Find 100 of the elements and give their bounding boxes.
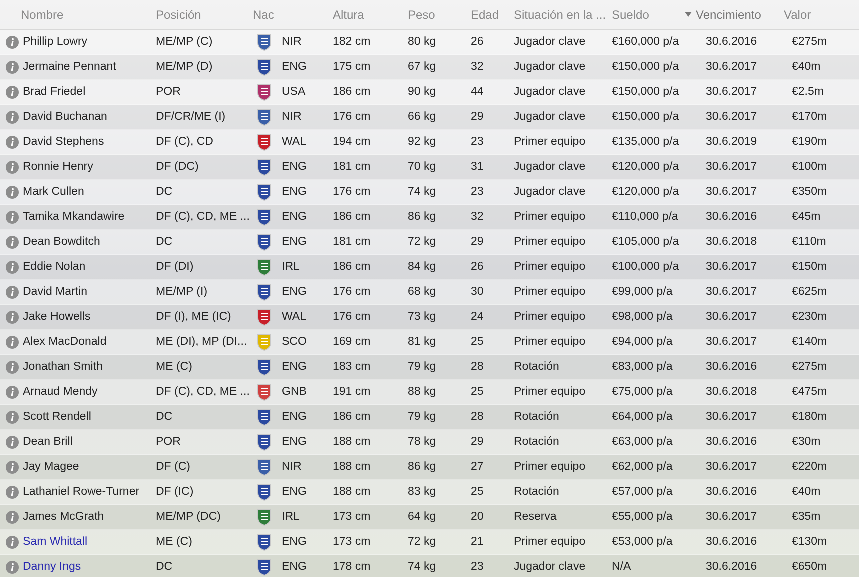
table-cell: €170m <box>792 111 828 123</box>
info-icon[interactable] <box>6 436 19 448</box>
table-cell: €350m <box>792 186 828 198</box>
table-cell: €110,000 p/a <box>612 211 678 223</box>
info-icon[interactable] <box>6 336 19 348</box>
info-icon[interactable] <box>6 160 19 174</box>
table-cell: €650m <box>792 561 828 573</box>
info-icon[interactable] <box>6 60 19 74</box>
player-name[interactable]: Mark Cullen <box>23 186 84 198</box>
table-cell: 80 kg <box>408 36 436 48</box>
table-cell: 83 kg <box>408 486 436 498</box>
table-cell: Jugador clave <box>514 111 586 123</box>
table-cell: Primer equipo <box>514 536 586 548</box>
player-name[interactable]: Jermaine Pennant <box>23 61 116 73</box>
table-cell: 30.6.2017 <box>706 111 758 123</box>
column-header[interactable]: Vencimiento <box>696 8 762 22</box>
player-name[interactable]: Sam Whittall <box>23 536 88 548</box>
info-icon[interactable] <box>6 510 19 524</box>
table-cell: 26 <box>471 261 484 273</box>
table-cell: 29 <box>471 111 484 123</box>
table-cell: ME/MP (D) <box>156 61 213 73</box>
table-cell: ENG <box>282 286 307 298</box>
table-cell: €30m <box>792 436 821 448</box>
table-cell: 176 cm <box>333 311 371 323</box>
player-name[interactable]: Dean Brill <box>23 436 73 448</box>
info-icon[interactable] <box>6 560 19 574</box>
table-cell: €275m <box>792 361 828 373</box>
player-name[interactable]: Eddie Nolan <box>23 261 86 273</box>
table-cell: 32 <box>471 61 484 73</box>
table-cell: 30.6.2016 <box>706 561 758 573</box>
table-cell: €105,000 p/a <box>612 236 680 248</box>
table-cell: ME/MP (C) <box>156 36 213 48</box>
player-name[interactable]: Ronnie Henry <box>23 161 94 173</box>
table-cell: €625m <box>792 286 828 298</box>
table-cell: DF/CR/ME (I) <box>156 111 226 123</box>
player-name[interactable]: Phillip Lowry <box>23 36 88 48</box>
table-cell: 73 kg <box>408 311 436 323</box>
player-name[interactable]: Jake Howells <box>23 311 91 323</box>
table-cell: 30.6.2017 <box>706 411 758 423</box>
table-cell: SCO <box>282 336 307 348</box>
player-name[interactable]: Dean Bowditch <box>23 236 100 248</box>
info-icon[interactable] <box>6 410 19 424</box>
player-name[interactable]: David Stephens <box>23 136 104 148</box>
table-cell: Primer equipo <box>514 136 586 148</box>
table-cell: 25 <box>471 336 484 348</box>
info-icon[interactable] <box>6 210 19 224</box>
player-name[interactable]: Lathaniel Rowe-Turner <box>23 486 140 498</box>
player-name[interactable]: David Martin <box>23 286 88 298</box>
info-icon[interactable] <box>6 260 19 274</box>
table-cell: 72 kg <box>408 536 436 548</box>
table-cell: 181 cm <box>333 161 371 173</box>
table-cell: NIR <box>282 111 302 123</box>
player-name[interactable]: Arnaud Mendy <box>23 386 98 398</box>
table-cell: 92 kg <box>408 136 436 148</box>
table-cell: Primer equipo <box>514 386 586 398</box>
table-cell: IRL <box>282 261 300 273</box>
player-name[interactable]: Jay Magee <box>23 461 80 473</box>
info-icon[interactable] <box>6 486 19 498</box>
info-icon[interactable] <box>6 86 19 98</box>
table-cell: 30.6.2016 <box>706 211 758 223</box>
table-cell: ME (C) <box>156 361 192 373</box>
table-cell: DC <box>156 561 173 573</box>
table-cell: WAL <box>282 311 306 323</box>
table-cell: 173 cm <box>333 536 371 548</box>
info-icon[interactable] <box>6 36 19 48</box>
info-icon[interactable] <box>6 110 19 124</box>
table-cell: 186 cm <box>333 261 371 273</box>
player-name[interactable]: Scott Rendell <box>23 411 92 423</box>
info-icon[interactable] <box>6 460 19 474</box>
table-cell: €99,000 p/a <box>612 286 673 298</box>
table-cell: €94,000 p/a <box>612 336 673 348</box>
info-icon[interactable] <box>6 286 19 298</box>
info-icon[interactable] <box>6 136 19 148</box>
info-icon[interactable] <box>6 236 19 248</box>
table-cell: USA <box>282 86 306 98</box>
table-cell: Jugador clave <box>514 561 586 573</box>
player-name[interactable]: Alex MacDonald <box>23 336 107 348</box>
player-name[interactable]: David Buchanan <box>23 111 108 123</box>
table-cell: 30.6.2016 <box>706 436 758 448</box>
table-cell: €120,000 p/a <box>612 186 680 198</box>
table-cell: 68 kg <box>408 286 436 298</box>
info-icon[interactable] <box>6 536 19 548</box>
table-cell: €40m <box>792 486 821 498</box>
player-name[interactable]: Jonathan Smith <box>23 361 103 373</box>
player-name[interactable]: Danny Ings <box>23 561 82 573</box>
info-icon[interactable] <box>6 310 19 324</box>
table-cell: 29 <box>471 236 484 248</box>
player-name[interactable]: Tamika Mkandawire <box>23 211 125 223</box>
table-cell: 194 cm <box>333 136 371 148</box>
player-name[interactable]: James McGrath <box>23 511 104 523</box>
info-icon[interactable] <box>6 386 19 398</box>
table-cell: 30.6.2016 <box>706 36 758 48</box>
player-name[interactable]: Brad Friedel <box>23 86 86 98</box>
table-cell: Rotación <box>514 361 560 373</box>
table-cell: ENG <box>282 211 307 223</box>
table-cell: 30.6.2017 <box>706 511 758 523</box>
table-cell: €150m <box>792 261 828 273</box>
info-icon[interactable] <box>6 186 19 198</box>
info-icon[interactable] <box>6 360 19 374</box>
table-cell: ME/MP (I) <box>156 286 208 298</box>
